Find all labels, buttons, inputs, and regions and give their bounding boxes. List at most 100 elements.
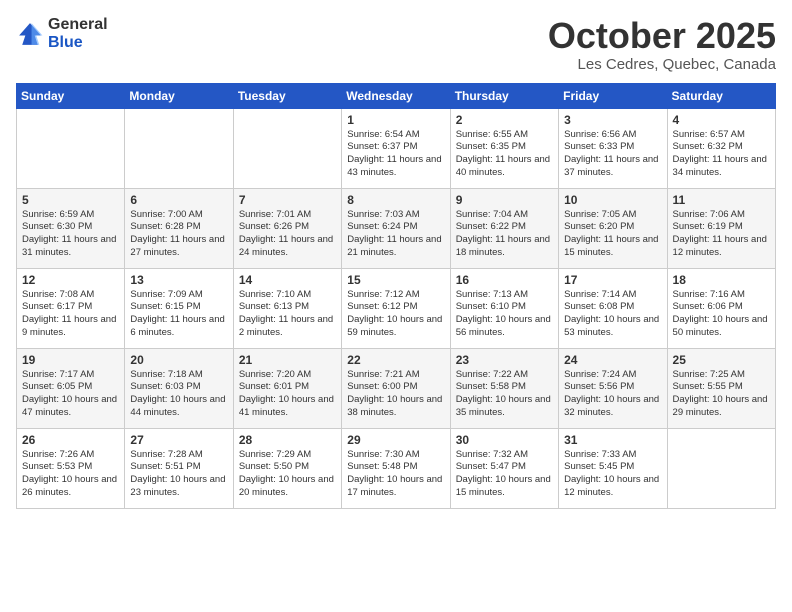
calendar-cell: 19 Sunrise: 7:17 AM Sunset: 6:05 PM Dayli… <box>17 348 125 428</box>
day-number: 13 <box>130 273 227 287</box>
calendar-cell: 8 Sunrise: 7:03 AM Sunset: 6:24 PM Daylig… <box>342 188 450 268</box>
day-info: Sunrise: 7:12 AM Sunset: 6:12 PM Dayligh… <box>347 289 444 340</box>
day-info: Sunrise: 7:26 AM Sunset: 5:53 PM Dayligh… <box>22 449 119 500</box>
title-block: October 2025 Les Cedres, Quebec, Canada <box>548 16 776 73</box>
day-info: Sunrise: 6:56 AM Sunset: 6:33 PM Dayligh… <box>564 129 661 180</box>
day-info: Sunrise: 7:01 AM Sunset: 6:26 PM Dayligh… <box>239 209 336 260</box>
day-number: 9 <box>456 193 553 207</box>
day-number: 17 <box>564 273 661 287</box>
day-info: Sunrise: 7:05 AM Sunset: 6:20 PM Dayligh… <box>564 209 661 260</box>
day-number: 28 <box>239 433 336 447</box>
day-info: Sunrise: 7:09 AM Sunset: 6:15 PM Dayligh… <box>130 289 227 340</box>
calendar-cell: 22 Sunrise: 7:21 AM Sunset: 6:00 PM Dayli… <box>342 348 450 428</box>
day-info: Sunrise: 7:17 AM Sunset: 6:05 PM Dayligh… <box>22 369 119 420</box>
day-info: Sunrise: 7:25 AM Sunset: 5:55 PM Dayligh… <box>673 369 770 420</box>
weekday-header-saturday: Saturday <box>667 83 775 108</box>
day-info: Sunrise: 6:57 AM Sunset: 6:32 PM Dayligh… <box>673 129 770 180</box>
day-number: 8 <box>347 193 444 207</box>
day-info: Sunrise: 7:14 AM Sunset: 6:08 PM Dayligh… <box>564 289 661 340</box>
calendar-cell: 20 Sunrise: 7:18 AM Sunset: 6:03 PM Dayli… <box>125 348 233 428</box>
day-info: Sunrise: 7:08 AM Sunset: 6:17 PM Dayligh… <box>22 289 119 340</box>
day-number: 6 <box>130 193 227 207</box>
calendar-cell: 31Sunrise: 7:33 AM Sunset: 5:45 PM Dayli… <box>559 428 667 508</box>
calendar-cell: 2 Sunrise: 6:55 AM Sunset: 6:35 PM Daylig… <box>450 108 558 188</box>
calendar-cell <box>233 108 341 188</box>
calendar-cell: 11 Sunrise: 7:06 AM Sunset: 6:19 PM Dayli… <box>667 188 775 268</box>
calendar-cell: 27 Sunrise: 7:28 AM Sunset: 5:51 PM Dayli… <box>125 428 233 508</box>
day-number: 12 <box>22 273 119 287</box>
month-title: October 2025 <box>548 16 776 56</box>
calendar-cell: 24 Sunrise: 7:24 AM Sunset: 5:56 PM Dayli… <box>559 348 667 428</box>
day-number: 27 <box>130 433 227 447</box>
calendar-cell: 30 Sunrise: 7:32 AM Sunset: 5:47 PM Dayli… <box>450 428 558 508</box>
day-info: Sunrise: 7:29 AM Sunset: 5:50 PM Dayligh… <box>239 449 336 500</box>
week-row-2: 5 Sunrise: 6:59 AM Sunset: 6:30 PM Daylig… <box>17 188 776 268</box>
week-row-3: 12 Sunrise: 7:08 AM Sunset: 6:17 PM Dayli… <box>17 268 776 348</box>
weekday-header-thursday: Thursday <box>450 83 558 108</box>
day-number: 18 <box>673 273 770 287</box>
day-number: 24 <box>564 353 661 367</box>
logo-blue: Blue <box>48 34 108 52</box>
day-info: Sunrise: 6:59 AM Sunset: 6:30 PM Dayligh… <box>22 209 119 260</box>
calendar-cell <box>125 108 233 188</box>
calendar-cell: 14Sunrise: 7:10 AM Sunset: 6:13 PM Dayli… <box>233 268 341 348</box>
weekday-header-monday: Monday <box>125 83 233 108</box>
weekday-header-friday: Friday <box>559 83 667 108</box>
day-info: Sunrise: 7:30 AM Sunset: 5:48 PM Dayligh… <box>347 449 444 500</box>
day-info: Sunrise: 7:24 AM Sunset: 5:56 PM Dayligh… <box>564 369 661 420</box>
weekday-header-wednesday: Wednesday <box>342 83 450 108</box>
day-info: Sunrise: 7:28 AM Sunset: 5:51 PM Dayligh… <box>130 449 227 500</box>
calendar-cell: 16Sunrise: 7:13 AM Sunset: 6:10 PM Dayli… <box>450 268 558 348</box>
logo-text: General Blue <box>48 16 108 51</box>
calendar-cell: 6Sunrise: 7:00 AM Sunset: 6:28 PM Daylig… <box>125 188 233 268</box>
day-info: Sunrise: 7:32 AM Sunset: 5:47 PM Dayligh… <box>456 449 553 500</box>
calendar-cell: 26 Sunrise: 7:26 AM Sunset: 5:53 PM Dayli… <box>17 428 125 508</box>
day-info: Sunrise: 6:54 AM Sunset: 6:37 PM Dayligh… <box>347 129 444 180</box>
day-info: Sunrise: 7:21 AM Sunset: 6:00 PM Dayligh… <box>347 369 444 420</box>
calendar-cell: 7Sunrise: 7:01 AM Sunset: 6:26 PM Daylig… <box>233 188 341 268</box>
logo-icon <box>16 20 44 48</box>
day-number: 21 <box>239 353 336 367</box>
calendar-cell: 25 Sunrise: 7:25 AM Sunset: 5:55 PM Dayli… <box>667 348 775 428</box>
weekday-header-tuesday: Tuesday <box>233 83 341 108</box>
page-header: General Blue October 2025 Les Cedres, Qu… <box>16 16 776 73</box>
calendar-cell: 18Sunrise: 7:16 AM Sunset: 6:06 PM Dayli… <box>667 268 775 348</box>
day-number: 25 <box>673 353 770 367</box>
weekday-header-sunday: Sunday <box>17 83 125 108</box>
day-number: 11 <box>673 193 770 207</box>
week-row-5: 26 Sunrise: 7:26 AM Sunset: 5:53 PM Dayli… <box>17 428 776 508</box>
day-number: 30 <box>456 433 553 447</box>
day-info: Sunrise: 7:22 AM Sunset: 5:58 PM Dayligh… <box>456 369 553 420</box>
calendar-cell: 15 Sunrise: 7:12 AM Sunset: 6:12 PM Dayli… <box>342 268 450 348</box>
week-row-4: 19 Sunrise: 7:17 AM Sunset: 6:05 PM Dayli… <box>17 348 776 428</box>
day-number: 23 <box>456 353 553 367</box>
calendar-cell: 28 Sunrise: 7:29 AM Sunset: 5:50 PM Dayli… <box>233 428 341 508</box>
calendar-cell: 9 Sunrise: 7:04 AM Sunset: 6:22 PM Daylig… <box>450 188 558 268</box>
day-info: Sunrise: 7:18 AM Sunset: 6:03 PM Dayligh… <box>130 369 227 420</box>
day-number: 15 <box>347 273 444 287</box>
calendar-cell: 29Sunrise: 7:30 AM Sunset: 5:48 PM Dayli… <box>342 428 450 508</box>
calendar-cell: 5 Sunrise: 6:59 AM Sunset: 6:30 PM Daylig… <box>17 188 125 268</box>
day-info: Sunrise: 7:03 AM Sunset: 6:24 PM Dayligh… <box>347 209 444 260</box>
calendar: SundayMondayTuesdayWednesdayThursdayFrid… <box>16 83 776 509</box>
day-info: Sunrise: 7:13 AM Sunset: 6:10 PM Dayligh… <box>456 289 553 340</box>
calendar-cell <box>667 428 775 508</box>
day-info: Sunrise: 7:20 AM Sunset: 6:01 PM Dayligh… <box>239 369 336 420</box>
calendar-cell: 12 Sunrise: 7:08 AM Sunset: 6:17 PM Dayli… <box>17 268 125 348</box>
day-info: Sunrise: 7:06 AM Sunset: 6:19 PM Dayligh… <box>673 209 770 260</box>
day-info: Sunrise: 6:55 AM Sunset: 6:35 PM Dayligh… <box>456 129 553 180</box>
day-number: 5 <box>22 193 119 207</box>
day-number: 4 <box>673 113 770 127</box>
calendar-cell: 17 Sunrise: 7:14 AM Sunset: 6:08 PM Dayli… <box>559 268 667 348</box>
day-number: 22 <box>347 353 444 367</box>
calendar-cell: 3Sunrise: 6:56 AM Sunset: 6:33 PM Daylig… <box>559 108 667 188</box>
calendar-cell: 13 Sunrise: 7:09 AM Sunset: 6:15 PM Dayli… <box>125 268 233 348</box>
day-number: 20 <box>130 353 227 367</box>
calendar-cell: 4 Sunrise: 6:57 AM Sunset: 6:32 PM Daylig… <box>667 108 775 188</box>
day-number: 19 <box>22 353 119 367</box>
logo-general: General <box>48 16 108 34</box>
day-number: 1 <box>347 113 444 127</box>
day-info: Sunrise: 7:04 AM Sunset: 6:22 PM Dayligh… <box>456 209 553 260</box>
day-number: 2 <box>456 113 553 127</box>
day-number: 26 <box>22 433 119 447</box>
